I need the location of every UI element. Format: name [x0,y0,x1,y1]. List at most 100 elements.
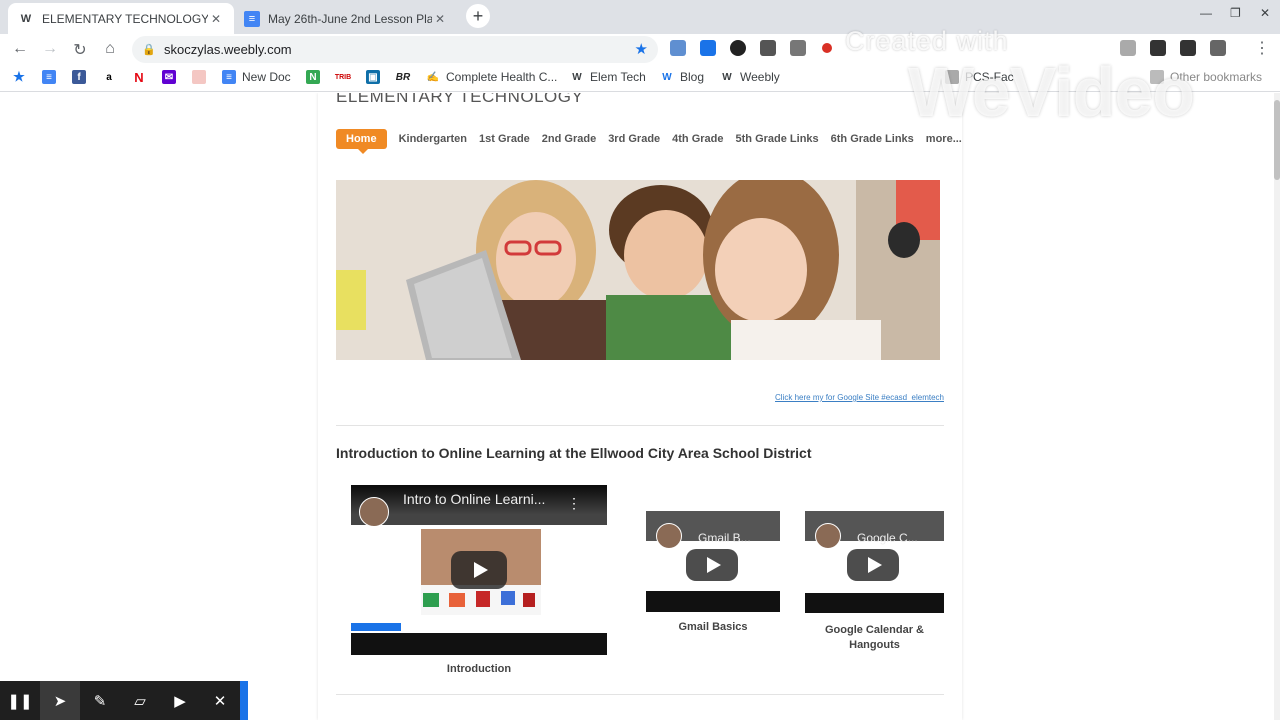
folder-icon [945,70,959,84]
extension-icon[interactable] [670,40,686,56]
tab-elementary-technology[interactable]: W ELEMENTARY TECHNOLOGY - M ✕ [8,3,234,34]
page-scrollbar[interactable] [1274,93,1280,720]
pause-icon[interactable]: ❚❚ [0,681,40,720]
bookmark-trib[interactable]: TRIB [335,70,356,84]
trib-icon: TRIB [335,70,351,84]
bookmark-complete-health[interactable]: ✍ Complete Health C... [426,70,558,84]
address-bar[interactable]: 🔒 skoczylas.weebly.com ★ [132,36,658,63]
close-window-icon[interactable]: ✕ [1260,6,1270,20]
bookmark-generic[interactable] [192,70,212,84]
extensions-puzzle-icon[interactable] [1210,40,1226,56]
extension-icon[interactable] [790,40,806,56]
divider [336,425,944,426]
site-container: ELEMENTARY TECHNOLOGY Home Kindergarten … [318,93,962,720]
nav-6th-grade-links[interactable]: 6th Grade Links [831,133,914,145]
bookmark-app[interactable]: ▣ [366,70,386,84]
forward-icon[interactable]: → [40,40,60,58]
signature-icon: ✍ [426,71,440,83]
bookmark-label: New Doc [242,70,291,84]
play-icon[interactable] [451,551,507,589]
google-docs-icon: ≡ [244,10,260,27]
new-tab-button[interactable]: + [466,4,490,28]
site-title: ELEMENTARY TECHNOLOGY [336,93,584,106]
extension-icon[interactable] [1120,40,1136,56]
facebook-icon: f [72,70,86,84]
bookmark-label: PCS-Fac [965,70,1014,84]
docs-icon: ≡ [42,70,56,84]
nav-4th-grade[interactable]: 4th Grade [672,133,723,145]
lock-icon: 🔒 [142,44,156,56]
bookmark-blog[interactable]: W Blog [660,70,704,84]
bookmark-label: Blog [680,70,705,84]
tab-lesson-plan[interactable]: ≡ May 26th-June 2nd Lesson Plan ✕ [234,3,458,34]
bookmark-star-icon[interactable]: ★ [635,40,648,58]
bookmark-star[interactable]: ★ [12,69,32,84]
highlighter-icon[interactable]: ▱ [120,681,160,720]
browser-toolbar: ← → ↻ ⌂ 🔒 skoczylas.weebly.com ★ ⋮ [0,34,1280,64]
video-google-calendar-hangouts[interactable]: Google C... [805,511,944,613]
bookmark-netflix[interactable]: N [132,69,152,85]
google-site-link[interactable]: Click here my for Google Site #ecasd_ele… [775,393,944,402]
menu-icon[interactable]: ⋮ [1252,38,1272,58]
home-icon[interactable]: ⌂ [100,40,120,58]
bookmark-new-doc[interactable]: ≡ New Doc [222,70,291,84]
children-laptop-image [336,180,940,360]
video-introduction[interactable]: Intro to Online Learni... ⋮ [351,485,607,655]
bookmark-label: Weebly [740,70,780,84]
divider [336,694,944,695]
maximize-icon[interactable]: ❐ [1230,6,1241,20]
bookmark-pcs[interactable]: PCS-Fac [945,70,1014,84]
weebly-icon: W [662,71,672,83]
br-icon: BR [395,71,411,83]
nav-2nd-grade[interactable]: 2nd Grade [542,133,596,145]
extension-icon[interactable] [700,40,716,56]
bookmark-br[interactable]: BR [396,70,416,84]
back-icon[interactable]: ← [10,40,30,58]
nav-more[interactable]: more... [926,133,962,145]
recorder-edge [240,681,248,720]
extension-icon[interactable] [1180,40,1196,56]
nav-kindergarten[interactable]: Kindergarten [399,133,467,145]
bookmark-other[interactable]: Other bookmarks [1150,70,1262,84]
n-icon: N [306,70,320,84]
netflix-icon: N [134,69,144,85]
minimize-icon[interactable]: — [1200,6,1212,20]
video-title: Gmail B... [698,531,751,545]
bookmark-n[interactable]: N [306,70,326,84]
nav-3rd-grade[interactable]: 3rd Grade [608,133,660,145]
play-icon[interactable] [847,549,899,581]
close-icon[interactable]: ✕ [200,681,240,720]
extension-icon[interactable] [730,40,746,56]
play-icon[interactable] [686,549,738,581]
tab-title: May 26th-June 2nd Lesson Plan [268,11,432,26]
extension-icon[interactable] [1150,40,1166,56]
close-icon[interactable]: ✕ [208,12,224,26]
pointer-icon[interactable]: ➤ [40,681,80,720]
video-caption: Introduction [446,663,512,675]
bookmark-icon [192,70,206,84]
bookmark-mail[interactable]: ✉ [162,70,182,84]
qr-icon[interactable] [760,40,776,56]
bookmark-weebly[interactable]: W Weebly [720,70,780,84]
nav-home[interactable]: Home [336,129,387,154]
bookmark-facebook[interactable]: f [72,70,92,84]
bookmark-amazon[interactable]: a [102,70,122,84]
close-icon[interactable]: ✕ [432,12,448,26]
bookmark-elem-tech[interactable]: W Elem Tech [570,70,646,84]
reload-icon[interactable]: ↻ [70,40,90,60]
bookmarks-bar: ★ ≡ f a N ✉ ≡ New Doc N TRIB ▣ BR ✍ Comple… [0,64,1280,92]
video-title: Intro to Online Learni... [403,491,546,507]
camera-icon[interactable]: ▶ [160,681,200,720]
bookmark-label: Elem Tech [590,70,646,84]
record-icon[interactable] [822,43,832,53]
star-icon: ★ [13,69,25,84]
pen-icon[interactable]: ✎ [80,681,120,720]
video-gmail-basics[interactable]: Gmail B... [646,511,780,612]
bookmark-docs[interactable]: ≡ [42,70,62,84]
nav-5th-grade-links[interactable]: 5th Grade Links [736,133,819,145]
folder-icon [1150,70,1164,84]
channel-avatar [359,497,389,527]
nav-1st-grade[interactable]: 1st Grade [479,133,530,145]
more-options-icon[interactable]: ⋮ [567,495,581,512]
scrollbar-thumb[interactable] [1274,100,1280,180]
